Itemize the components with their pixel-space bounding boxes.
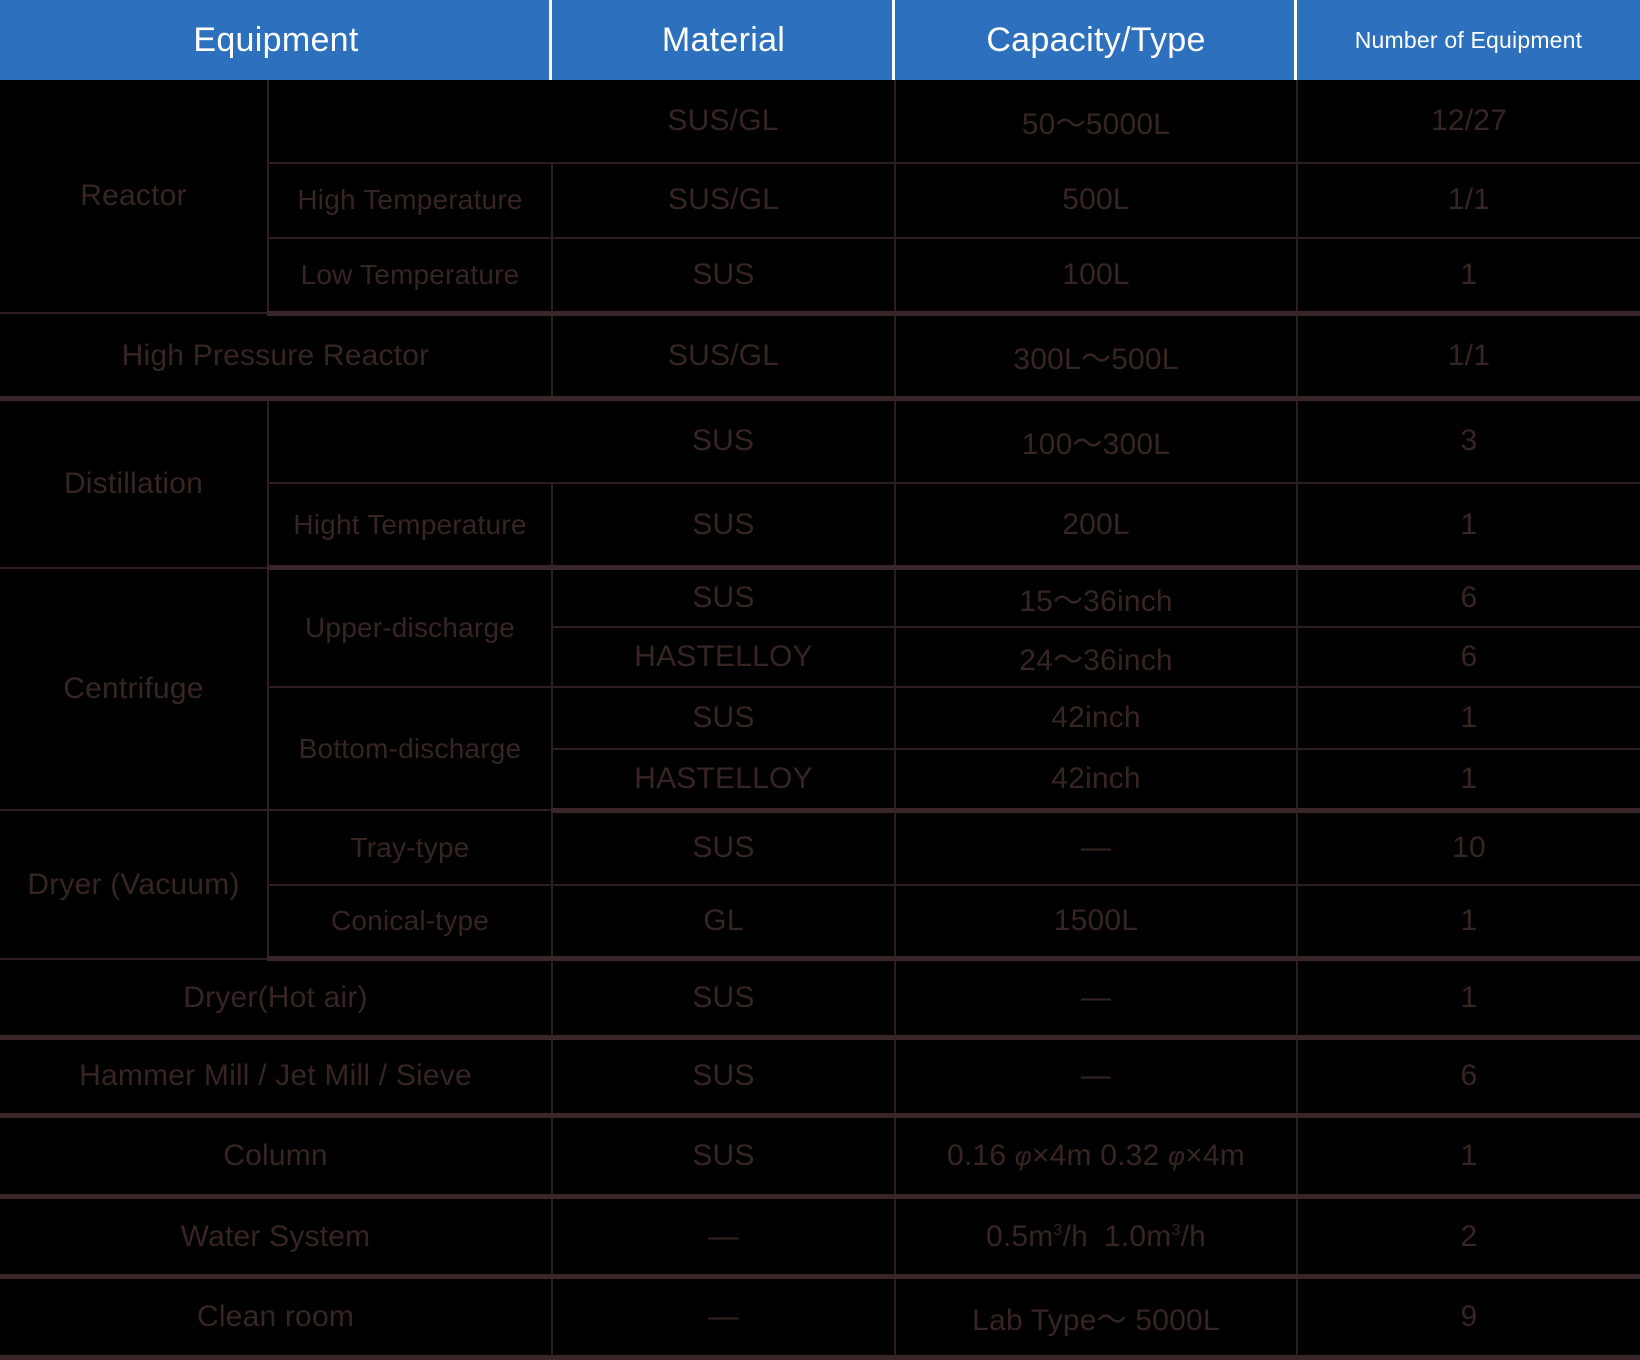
cell-group-reactor: Reactor — [0, 80, 269, 315]
cell-capacity-reactor-low-temperature: 100L — [895, 237, 1298, 316]
cell-material-bottom-discharge-sus: SUS — [552, 687, 896, 750]
table-row: High Pressure Reactor SUS/GL 300L〜500L 1… — [0, 313, 1640, 401]
cell-count-bottom-discharge-sus: 1 — [1297, 687, 1640, 750]
cell-capacity-clean-room: Lab Type〜 5000L — [895, 1276, 1298, 1360]
cell-count-conical-type: 1 — [1297, 884, 1640, 962]
cell-sub-reactor-low-temperature: Low Temperature — [268, 237, 553, 316]
cell-count-tray-type: 10 — [1297, 810, 1640, 886]
cell-material-water-system: — — [552, 1196, 896, 1280]
table-body: Reactor SUS/GL 50〜5000L 12/27 High Tempe… — [0, 80, 1640, 1360]
cell-count-upper-discharge-sus: 6 — [1297, 567, 1640, 629]
cell-count-upper-discharge-hastelloy: 6 — [1297, 627, 1640, 689]
cell-sub-bottom-discharge: Bottom-discharge — [268, 687, 553, 812]
table-row: Distillation SUS 100〜300L 3 — [0, 398, 1640, 569]
table-row: Dryer(Hot air) SUS — 1 — [0, 958, 1640, 1040]
cell-group-hammer-mill: Hammer Mill / Jet Mill / Sieve — [0, 1037, 553, 1119]
cell-material-bottom-discharge-hastelloy: HASTELLOY — [552, 748, 896, 813]
superscript-three: 3 — [1171, 1221, 1181, 1239]
cell-material-distillation: SUS — [552, 398, 896, 484]
cell-count-reactor-high-temperature: 1/1 — [1297, 162, 1640, 239]
cell-count-high-pressure-reactor: 1/1 — [1297, 313, 1640, 401]
cell-material-upper-discharge-hastelloy: HASTELLOY — [552, 627, 896, 689]
table-row: Water System — 0.5m3/h 1.0m3/h 2 — [0, 1196, 1640, 1280]
cell-sub-tray-type: Tray-type — [268, 810, 553, 886]
cell-capacity-bottom-discharge-sus: 42inch — [895, 687, 1298, 750]
cell-group-centrifuge: Centrifuge — [0, 567, 269, 812]
cell-capacity-tray-type: — — [895, 810, 1298, 886]
cell-material-hammer-mill: SUS — [552, 1037, 896, 1119]
cell-sub-distillation-high-temperature: Hight Temperature — [268, 482, 553, 571]
table-row: Reactor SUS/GL 50〜5000L 12/27 — [0, 80, 1640, 315]
table-row: Clean room — Lab Type〜 5000L 9 — [0, 1276, 1640, 1360]
cell-count-hammer-mill: 6 — [1297, 1037, 1640, 1119]
table-row: Column SUS 0.16 φ×4m 0.32 φ×4m 1 — [0, 1115, 1640, 1199]
cell-material-conical-type: GL — [552, 884, 896, 962]
table-header: Equipment Material Capacity/Type Number … — [0, 0, 1640, 80]
cell-group-high-pressure-reactor: High Pressure Reactor — [0, 313, 553, 401]
column-header-equipment: Equipment — [0, 0, 552, 80]
cell-capacity-bottom-discharge-hastelloy: 42inch — [895, 748, 1298, 813]
superscript-three: 3 — [1053, 1221, 1063, 1239]
cell-count-reactor: 12/27 — [1297, 80, 1640, 164]
cell-count-reactor-low-temperature: 1 — [1297, 237, 1640, 316]
cell-capacity-column: 0.16 φ×4m 0.32 φ×4m — [895, 1115, 1298, 1199]
cell-group-water-system: Water System — [0, 1196, 553, 1280]
cell-capacity-upper-discharge-hastelloy: 24〜36inch — [895, 627, 1298, 689]
cell-sub-conical-type: Conical-type — [268, 884, 553, 962]
table-row: Centrifuge Upper-discharge SUS 15〜36inch… — [0, 567, 1640, 812]
cell-material-reactor-low-temperature: SUS — [552, 237, 896, 316]
cell-count-water-system: 2 — [1297, 1196, 1640, 1280]
cell-group-dryer-hot-air: Dryer(Hot air) — [0, 958, 553, 1040]
cell-capacity-high-pressure-reactor: 300L〜500L — [895, 313, 1298, 401]
cell-count-distillation: 3 — [1297, 398, 1640, 484]
cell-group-distillation: Distillation — [0, 398, 269, 569]
column-header-capacity-type: Capacity/Type — [895, 0, 1297, 80]
cell-sub-reactor-plain — [268, 80, 552, 164]
cell-capacity-upper-discharge-sus: 15〜36inch — [895, 567, 1298, 629]
phi-symbol: φ — [1168, 1140, 1186, 1171]
cell-group-column: Column — [0, 1115, 553, 1199]
table-row: Dryer (Vacuum) Tray-type SUS — 10 — [0, 810, 1640, 960]
equipment-specification-table: Equipment Material Capacity/Type Number … — [0, 0, 1640, 1360]
phi-symbol: φ — [1014, 1140, 1032, 1171]
cell-capacity-distillation: 100〜300L — [895, 398, 1298, 484]
cell-sub-distillation-plain — [268, 398, 552, 484]
cell-capacity-conical-type: 1500L — [895, 884, 1298, 962]
table-row: Hammer Mill / Jet Mill / Sieve SUS — 6 — [0, 1037, 1640, 1119]
cell-material-reactor: SUS/GL — [552, 80, 896, 164]
cell-material-reactor-high-temperature: SUS/GL — [552, 162, 896, 239]
cell-count-clean-room: 9 — [1297, 1276, 1640, 1360]
cell-capacity-reactor-high-temperature: 500L — [895, 162, 1298, 239]
cell-capacity-dryer-hot-air: — — [895, 958, 1298, 1040]
column-header-number-of-equipment: Number of Equipment — [1297, 0, 1640, 80]
header-row: Equipment Material Capacity/Type Number … — [0, 0, 1640, 80]
cell-material-distillation-high-temperature: SUS — [552, 482, 896, 571]
cell-count-bottom-discharge-hastelloy: 1 — [1297, 748, 1640, 813]
cell-count-column: 1 — [1297, 1115, 1640, 1199]
column-header-material: Material — [552, 0, 895, 80]
cell-capacity-hammer-mill: — — [895, 1037, 1298, 1119]
cell-material-dryer-hot-air: SUS — [552, 958, 896, 1040]
cell-material-column: SUS — [552, 1115, 896, 1199]
cell-group-dryer-vacuum: Dryer (Vacuum) — [0, 810, 269, 960]
cell-material-clean-room: — — [552, 1276, 896, 1360]
cell-material-high-pressure-reactor: SUS/GL — [552, 313, 896, 401]
cell-material-upper-discharge-sus: SUS — [552, 567, 896, 629]
cell-group-clean-room: Clean room — [0, 1276, 553, 1360]
cell-count-distillation-high-temperature: 1 — [1297, 482, 1640, 571]
cell-capacity-distillation-high-temperature: 200L — [895, 482, 1298, 571]
cell-count-dryer-hot-air: 1 — [1297, 958, 1640, 1040]
cell-material-tray-type: SUS — [552, 810, 896, 886]
cell-sub-upper-discharge: Upper-discharge — [268, 567, 553, 689]
cell-capacity-water-system: 0.5m3/h 1.0m3/h — [895, 1196, 1298, 1280]
cell-sub-reactor-high-temperature: High Temperature — [268, 162, 553, 239]
cell-capacity-reactor: 50〜5000L — [895, 80, 1298, 164]
